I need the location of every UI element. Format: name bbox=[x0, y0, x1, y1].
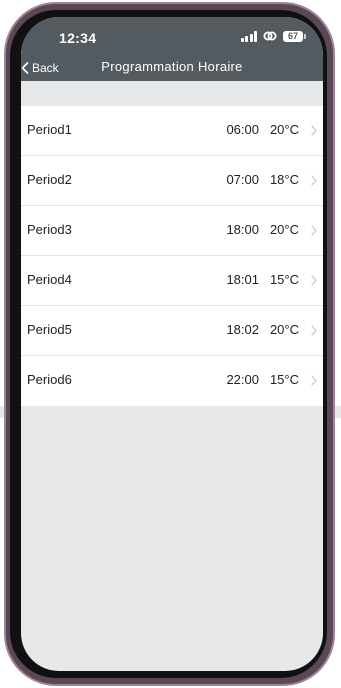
period-list: Period1 06:00 20°C Period2 07:00 18°C Pe… bbox=[21, 106, 323, 406]
chevron-right-icon bbox=[311, 175, 317, 186]
period-row-4[interactable]: Period4 18:01 15°C bbox=[21, 256, 323, 306]
period-time: 07:00 bbox=[226, 172, 259, 187]
chevron-right-icon bbox=[311, 125, 317, 136]
link-icon bbox=[263, 31, 277, 41]
phone-screen: 12:34 67 Back Programmation Horaire Peri… bbox=[21, 17, 323, 671]
page-title: Programmation Horaire bbox=[101, 59, 243, 74]
period-label: Period4 bbox=[27, 272, 72, 287]
period-row-6[interactable]: Period6 22:00 15°C bbox=[21, 356, 323, 406]
period-row-2[interactable]: Period2 07:00 18°C bbox=[21, 156, 323, 206]
period-label: Period1 bbox=[27, 122, 72, 137]
period-temperature: 20°C bbox=[269, 222, 299, 237]
period-time: 18:01 bbox=[226, 272, 259, 287]
status-icons: 67 bbox=[240, 30, 306, 42]
chevron-right-icon bbox=[311, 325, 317, 336]
period-row-5[interactable]: Period5 18:02 20°C bbox=[21, 306, 323, 356]
period-time: 18:02 bbox=[226, 322, 259, 337]
period-label: Period2 bbox=[27, 172, 72, 187]
period-time: 18:00 bbox=[226, 222, 259, 237]
period-time: 06:00 bbox=[226, 122, 259, 137]
signal-icon bbox=[240, 30, 257, 42]
period-temperature: 15°C bbox=[269, 372, 299, 387]
period-row-3[interactable]: Period3 18:00 20°C bbox=[21, 206, 323, 256]
navigation-bar: Back Programmation Horaire bbox=[21, 55, 323, 81]
period-temperature: 15°C bbox=[269, 272, 299, 287]
period-label: Period5 bbox=[27, 322, 72, 337]
period-time: 22:00 bbox=[226, 372, 259, 387]
battery-level: 67 bbox=[287, 30, 298, 41]
period-temperature: 18°C bbox=[269, 172, 299, 187]
period-row-1[interactable]: Period1 06:00 20°C bbox=[21, 106, 323, 156]
period-temperature: 20°C bbox=[269, 122, 299, 137]
chevron-right-icon bbox=[311, 375, 317, 386]
battery-icon: 67 bbox=[283, 30, 306, 42]
period-label: Period6 bbox=[27, 372, 72, 387]
chevron-right-icon bbox=[311, 275, 317, 286]
period-temperature: 20°C bbox=[269, 322, 299, 337]
period-label: Period3 bbox=[27, 222, 72, 237]
status-time: 12:34 bbox=[59, 30, 97, 46]
status-bar: 12:34 67 bbox=[21, 17, 323, 55]
chevron-right-icon bbox=[311, 225, 317, 236]
